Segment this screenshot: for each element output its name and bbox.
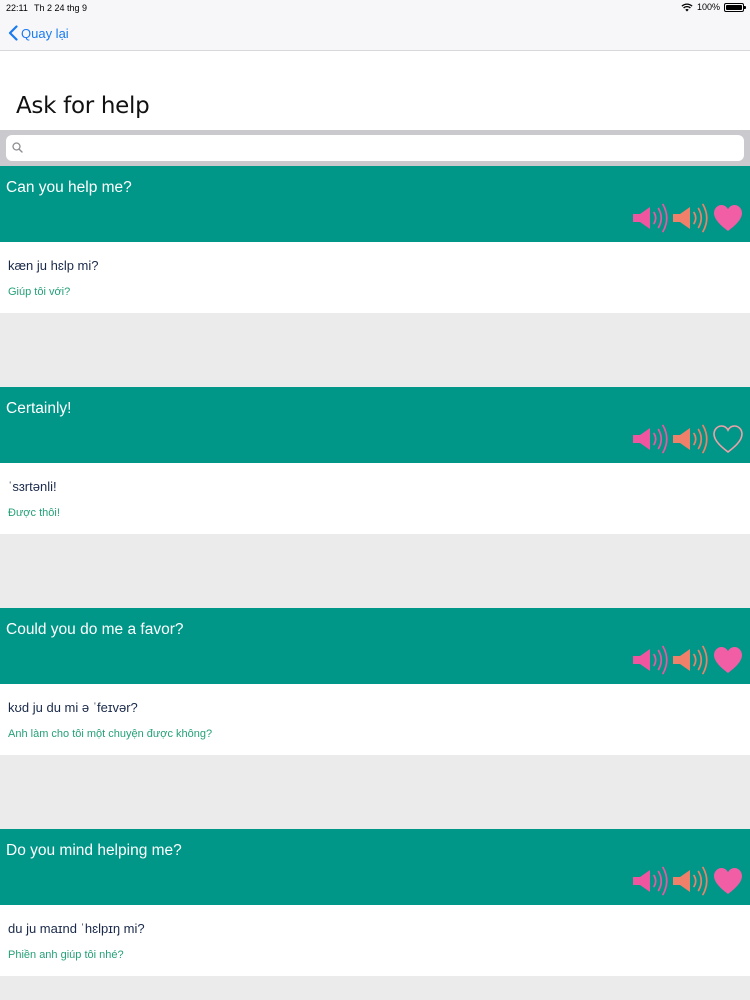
- phrase-vietnamese: Giúp tôi với?: [8, 286, 71, 298]
- phrase-phonetic: kæn ju hɛlp mi?: [8, 258, 99, 273]
- search-icon: [12, 142, 23, 153]
- phrase-card: Do you mind helping me? du ju maɪnd ˈhɛlp…: [0, 829, 750, 976]
- heart-icon[interactable]: [712, 645, 744, 675]
- phrase-vietnamese: Anh làm cho tôi một chuyện được không?: [8, 728, 213, 740]
- speaker-slow-icon[interactable]: [630, 643, 670, 677]
- phrase-phonetic: ˈsɜrtənli!: [8, 479, 57, 494]
- speaker-slow-icon[interactable]: [630, 864, 670, 898]
- chevron-left-icon: [8, 25, 18, 41]
- heart-icon[interactable]: [712, 203, 744, 233]
- battery-percent: 100%: [696, 2, 720, 12]
- phrase-header: Do you mind helping me?: [0, 829, 750, 905]
- phrase-vietnamese: Được thôi!: [8, 507, 60, 519]
- page-title: Ask for help: [16, 93, 150, 119]
- battery-icon: [724, 2, 746, 12]
- phrase-english: Certainly!: [6, 400, 72, 417]
- search-field[interactable]: [6, 135, 744, 163]
- phrase-english: Can you help me?: [6, 179, 132, 196]
- phrase-header: Certainly!: [0, 387, 750, 463]
- phrase-english: Could you do me a favor?: [6, 621, 184, 638]
- phrase-actions: [630, 201, 744, 235]
- phrase-detail: ˈsɜrtənli! Được thôi!: [0, 463, 750, 534]
- phrase-card: Can you help me? kæn ju hɛlp mi? Giúp tôi …: [0, 166, 750, 313]
- status-date: Th 2 24 thg 9: [34, 3, 88, 13]
- status-time: 22:11: [6, 3, 28, 13]
- search-bar: [0, 130, 750, 166]
- speaker-icon[interactable]: [670, 864, 710, 898]
- speaker-icon[interactable]: [670, 422, 710, 456]
- back-button[interactable]: Quay lại: [8, 25, 69, 41]
- phrase-card: Could you do me a favor? kʊd ju du mi ə ˈ…: [0, 608, 750, 755]
- phrase-header: Can you help me?: [0, 166, 750, 242]
- back-label: Quay lại: [21, 25, 69, 41]
- search-input[interactable]: [26, 135, 740, 163]
- phrase-detail: du ju maɪnd ˈhɛlpɪŋ mi? Phiền anh giúp tô…: [0, 905, 750, 976]
- phrase-english: Do you mind helping me?: [6, 842, 182, 859]
- phrase-actions: [630, 864, 744, 898]
- speaker-slow-icon[interactable]: [630, 422, 670, 456]
- page-header: Ask for help: [0, 51, 750, 130]
- phrase-detail: kʊd ju du mi ə ˈfeɪvər? Anh làm cho tôi m…: [0, 684, 750, 755]
- speaker-icon[interactable]: [670, 643, 710, 677]
- phrase-detail: kæn ju hɛlp mi? Giúp tôi với?: [0, 242, 750, 313]
- navigation-bar: Quay lại: [0, 16, 750, 51]
- phrase-phonetic: du ju maɪnd ˈhɛlpɪŋ mi?: [8, 921, 145, 936]
- speaker-slow-icon[interactable]: [630, 201, 670, 235]
- phrase-vietnamese: Phiền anh giúp tôi nhé?: [8, 949, 124, 961]
- phrase-actions: [630, 643, 744, 677]
- status-bar: 22:11 Th 2 24 thg 9 100%: [0, 0, 750, 16]
- speaker-icon[interactable]: [670, 201, 710, 235]
- heart-icon[interactable]: [712, 866, 744, 896]
- wifi-icon: [681, 2, 693, 11]
- phrase-card: Certainly! ˈsɜrtənli! Được thôi!: [0, 387, 750, 534]
- status-right: 100%: [681, 2, 746, 12]
- phrase-actions: [630, 422, 744, 456]
- heart-icon[interactable]: [712, 424, 744, 454]
- phrase-header: Could you do me a favor?: [0, 608, 750, 684]
- phrase-phonetic: kʊd ju du mi ə ˈfeɪvər?: [8, 700, 138, 715]
